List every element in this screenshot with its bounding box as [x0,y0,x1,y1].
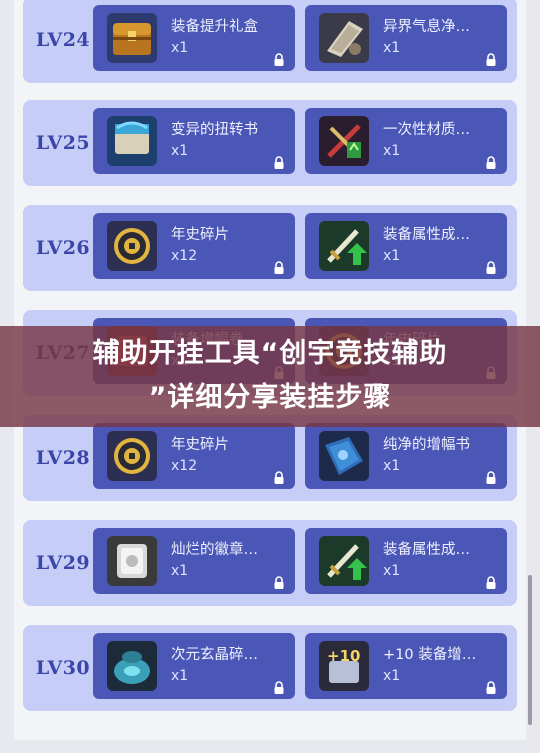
item-quantity: x1 [383,458,401,474]
reward-item-card[interactable]: 年史碎片 x12 [93,213,295,279]
treasure-chest-icon [107,13,157,63]
item-name: 灿烂的徽章… [171,542,258,558]
reward-item-card[interactable]: 装备提升礼盒 x1 [93,5,295,71]
title-banner: 辅助开挂工具“创宇竞技辅助 ”详细分享装挂步骤 [0,326,540,427]
reward-item-card[interactable]: 一次性材质… x1 [305,108,507,174]
reward-item-card[interactable]: +10 +10 装备增… x1 [305,633,507,699]
level-row: LV30 次元玄晶碎… x1 +10 +10 装备增… x1 [23,625,517,711]
svg-text:+10: +10 [327,647,360,665]
reward-item-card[interactable]: 装备属性成… x1 [305,213,507,279]
reward-item-card[interactable]: 次元玄晶碎… x1 [93,633,295,699]
item-name: 次元玄晶碎… [171,647,258,663]
level-label: LV29 [35,552,91,574]
lock-icon [485,469,497,484]
banner-title: 辅助开挂工具“创宇竞技辅助 ”详细分享装挂步骤 [0,332,540,420]
lock-icon [273,679,285,694]
material-icon [319,116,369,166]
item-name: 装备属性成… [383,542,470,558]
item-quantity: x1 [171,563,189,579]
item-name: 装备属性成… [383,227,470,243]
reward-item-card[interactable]: 异界气息净… x1 [305,5,507,71]
item-quantity: x12 [171,458,198,474]
level-row: LV25 变异的扭转书 x1 一次性材质… x1 [23,100,517,186]
plus10-scroll-icon: +10 [319,641,369,691]
reward-item-card[interactable]: 装备属性成… x1 [305,528,507,594]
coin-fragment-icon [107,431,157,481]
item-quantity: x1 [171,668,189,684]
reward-item-card[interactable]: 年史碎片 x12 [93,423,295,489]
item-name: +10 装备增… [383,647,477,663]
item-name: 异界气息净… [383,19,470,35]
banner-title-line2: ”详细分享装挂步骤 [148,382,392,413]
sword-upgrade-icon [319,536,369,586]
mutated-book-icon [107,116,157,166]
reward-list-screen: LV24 装备提升礼盒 x1 异界气息净… x1 LV25 变异的扭转书 x1 一次性材质… x1… [0,0,540,753]
item-quantity: x1 [383,668,401,684]
coin-fragment-icon [107,221,157,271]
pure-book-icon [319,431,369,481]
item-name: 年史碎片 [171,227,229,243]
lock-icon [485,154,497,169]
stone-scroll-icon [319,13,369,63]
item-quantity: x1 [171,143,189,159]
reward-item-card[interactable]: 纯净的增幅书 x1 [305,423,507,489]
lock-icon [485,574,497,589]
sword-upgrade-icon [319,221,369,271]
lock-icon [273,574,285,589]
lock-icon [273,51,285,66]
lock-icon [485,679,497,694]
item-quantity: x1 [383,563,401,579]
level-row: LV28 年史碎片 x12 纯净的增幅书 x1 [23,415,517,501]
lock-icon [273,469,285,484]
item-quantity: x1 [383,40,401,56]
item-quantity: x12 [171,248,198,264]
emblem-icon [107,536,157,586]
item-quantity: x1 [383,248,401,264]
level-label: LV28 [35,447,91,469]
reward-item-card[interactable]: 变异的扭转书 x1 [93,108,295,174]
level-label: LV26 [35,237,91,259]
level-row: LV24 装备提升礼盒 x1 异界气息净… x1 [23,0,517,83]
item-name: 变异的扭转书 [171,122,258,138]
lock-icon [273,154,285,169]
lock-icon [273,259,285,274]
scrollbar[interactable] [528,575,532,725]
lock-icon [485,51,497,66]
crystal-pouch-icon [107,641,157,691]
item-name: 年史碎片 [171,437,229,453]
level-label: LV30 [35,657,91,679]
level-label: LV24 [35,29,91,51]
level-row: LV29 灿烂的徽章… x1 装备属性成… x1 [23,520,517,606]
item-quantity: x1 [383,143,401,159]
level-row: LV26 年史碎片 x12 装备属性成… x1 [23,205,517,291]
banner-title-line1: 辅助开挂工具“创宇竞技辅助 [92,338,448,369]
item-quantity: x1 [171,40,189,56]
level-label: LV25 [35,132,91,154]
reward-item-card[interactable]: 灿烂的徽章… x1 [93,528,295,594]
item-name: 纯净的增幅书 [383,437,470,453]
item-name: 一次性材质… [383,122,470,138]
item-name: 装备提升礼盒 [171,19,258,35]
lock-icon [485,259,497,274]
